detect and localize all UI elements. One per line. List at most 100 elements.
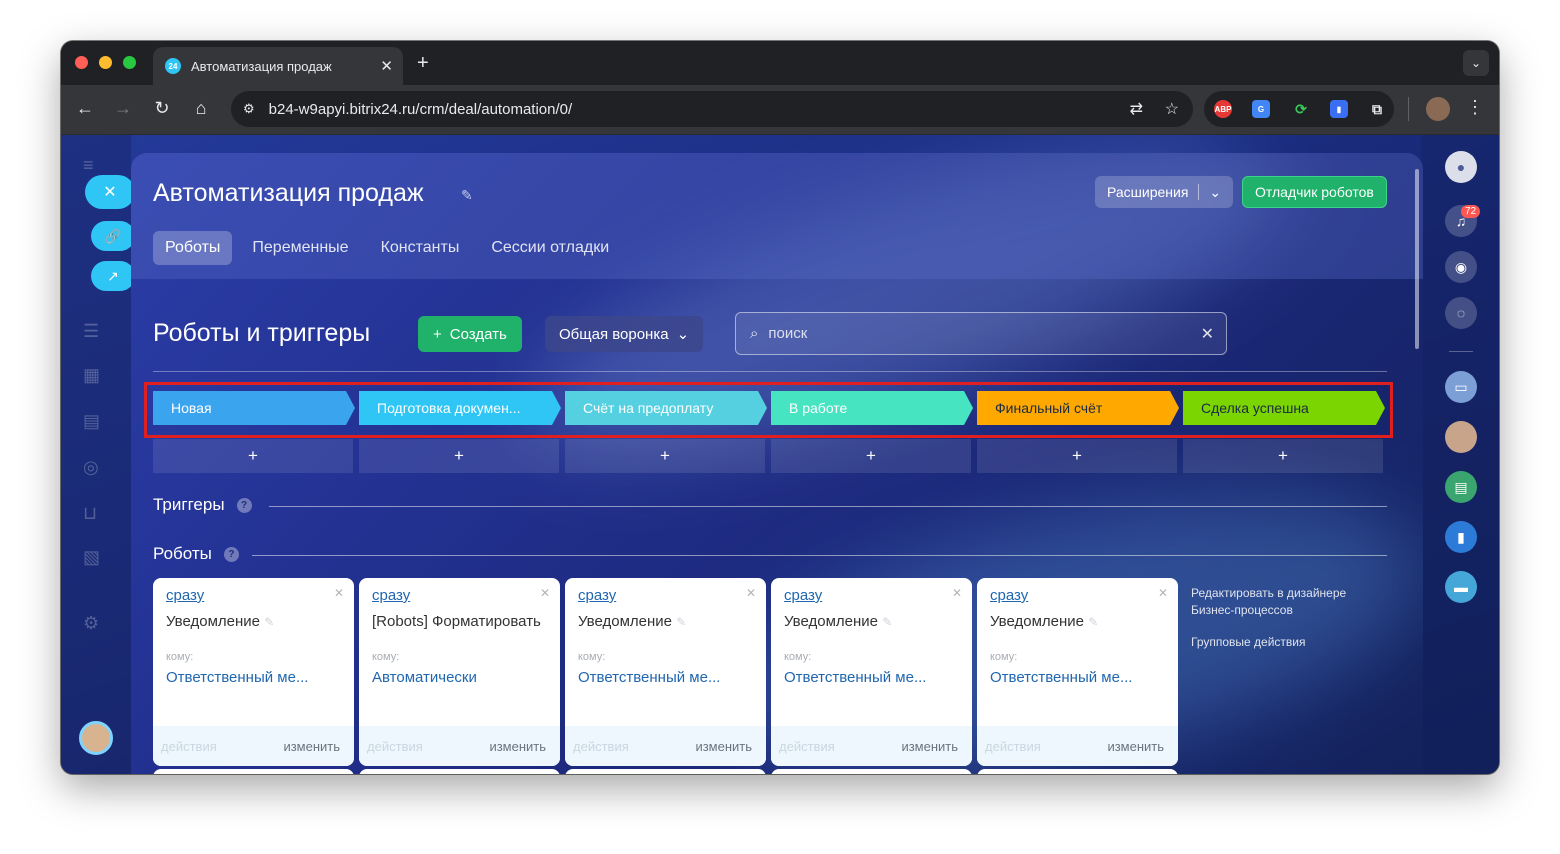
url-text[interactable]: b24-w9apyi.bitrix24.ru/crm/deal/automati… — [269, 101, 573, 118]
recipient-value[interactable]: Ответственный ме... — [990, 669, 1132, 686]
contact-center-icon[interactable]: ▭ — [1445, 371, 1477, 403]
stage-in-progress[interactable]: В работе — [771, 391, 973, 425]
delete-robot-icon[interactable]: ✕ — [334, 586, 344, 600]
browser-tab[interactable]: 24 Автоматизация продаж ✕ — [153, 47, 403, 85]
add-trigger-button[interactable]: + — [1183, 439, 1383, 473]
calendar-menu-icon[interactable]: ▦ — [83, 365, 100, 386]
delete-robot-icon[interactable]: ✕ — [1158, 586, 1168, 600]
store-menu-icon[interactable]: ▤ — [83, 411, 100, 432]
robot-card[interactable]: сразу ✕ Уведомление ✎ кому: Ответственны… — [153, 578, 354, 766]
funnel-menu-icon[interactable]: ☰ — [83, 321, 99, 342]
search-input[interactable] — [768, 325, 1169, 342]
stage-deal-won[interactable]: Сделка успешна — [1183, 391, 1385, 425]
chat-icon[interactable]: ▬ — [1445, 571, 1477, 603]
edit-pencil-icon[interactable]: ✎ — [882, 615, 892, 629]
robot-delay-link[interactable]: сразу — [166, 587, 204, 604]
close-slider-button[interactable]: ✕ — [85, 175, 135, 209]
edit-pencil-icon[interactable]: ✎ — [264, 615, 274, 629]
user-avatar[interactable] — [79, 721, 113, 755]
create-button[interactable]: + Создать — [418, 316, 522, 352]
bookmark-star-icon[interactable]: ☆ — [1165, 99, 1179, 119]
copy-link-icon[interactable]: 🔗 — [91, 221, 135, 251]
add-trigger-button[interactable]: + — [565, 439, 765, 473]
edit-robot-button[interactable]: изменить — [1107, 739, 1164, 754]
stage-docs-prep[interactable]: Подготовка докумен... — [359, 391, 561, 425]
chat-avatar[interactable] — [1445, 421, 1477, 453]
group-actions-link[interactable]: Групповые действия — [1191, 634, 1371, 651]
tab-robots[interactable]: Роботы — [153, 231, 233, 265]
copilot-icon[interactable]: ◉ — [1445, 251, 1477, 283]
cart-menu-icon[interactable]: ⊔ — [83, 503, 97, 524]
pin-icon[interactable]: ✎ — [461, 187, 473, 204]
delete-robot-icon[interactable]: ✕ — [952, 586, 962, 600]
robot-delay-link[interactable]: сразу — [372, 587, 410, 604]
home-icon[interactable]: ⌂ — [189, 98, 213, 119]
translate-extension-icon[interactable]: G — [1252, 100, 1270, 118]
contact-menu-icon[interactable]: ▧ — [83, 547, 100, 568]
marketing-menu-icon[interactable]: ◎ — [83, 457, 99, 478]
new-tab-button[interactable]: + — [417, 52, 429, 75]
robot-delay-link[interactable]: сразу — [578, 587, 616, 604]
settings-menu-icon[interactable]: ⚙ — [83, 613, 99, 634]
bookmark-icon[interactable]: ▮ — [1445, 521, 1477, 553]
recipient-value[interactable]: Автоматически — [372, 669, 477, 686]
add-trigger-button[interactable]: + — [153, 439, 353, 473]
robot-delay-link[interactable]: сразу — [784, 587, 822, 604]
stage-new[interactable]: Новая — [153, 391, 355, 425]
panel-scrollbar[interactable] — [1415, 169, 1419, 349]
refresh-extension-icon[interactable]: ⟳ — [1292, 100, 1310, 118]
maximize-window-button[interactable] — [123, 56, 136, 69]
add-trigger-button[interactable]: + — [977, 439, 1177, 473]
open-new-window-icon[interactable]: ↗ — [91, 261, 135, 291]
back-arrow-icon[interactable]: ← — [73, 98, 97, 119]
adblock-extension-icon[interactable]: ABP — [1214, 100, 1232, 118]
recipient-value[interactable]: Ответственный ме... — [166, 669, 308, 686]
funnel-select[interactable]: Общая воронка ⌄ — [545, 316, 704, 352]
edit-robot-button[interactable]: изменить — [901, 739, 958, 754]
edit-robot-button[interactable]: изменить — [489, 739, 546, 754]
reload-icon[interactable]: ↻ — [150, 98, 174, 119]
clear-search-icon[interactable]: ✕ — [1201, 324, 1214, 344]
close-window-button[interactable] — [75, 56, 88, 69]
delete-robot-icon[interactable]: ✕ — [540, 586, 550, 600]
user-account-icon[interactable]: ● — [1445, 151, 1477, 183]
edit-robot-button[interactable]: изменить — [695, 739, 752, 754]
tasks-icon[interactable]: ▤ — [1445, 471, 1477, 503]
help-icon[interactable]: ? — [223, 546, 239, 562]
edit-in-designer-link[interactable]: Редактировать в дизайнере Бизнес-процесс… — [1191, 585, 1371, 619]
robot-card[interactable]: сразу ✕ Уведомление ✎ кому: Ответственны… — [565, 578, 766, 766]
browser-menu-icon[interactable]: ⋮ — [1466, 97, 1484, 118]
delete-robot-icon[interactable]: ✕ — [746, 586, 756, 600]
site-info-icon[interactable]: ⚙ — [243, 101, 255, 117]
robot-debugger-button[interactable]: Отладчик роботов — [1242, 176, 1387, 208]
tab-search-button[interactable]: ⌄ — [1463, 50, 1489, 76]
robot-card[interactable]: сразу ✕ [Robots] Форматировать кому: Авт… — [359, 578, 560, 766]
robot-card[interactable]: сразу ✕ Уведомление ✎ кому: Ответственны… — [771, 578, 972, 766]
stage-final-invoice[interactable]: Финальный счёт — [977, 391, 1179, 425]
docs-extension-icon[interactable]: ▮ — [1330, 100, 1348, 118]
extensions-dropdown-button[interactable]: Расширения ⌄ — [1095, 176, 1234, 208]
edit-robot-button[interactable]: изменить — [283, 739, 340, 754]
robot-delay-link[interactable]: сразу — [990, 587, 1028, 604]
forward-arrow-icon[interactable]: → — [111, 98, 135, 119]
help-icon[interactable]: ? — [236, 497, 252, 513]
edit-pencil-icon[interactable]: ✎ — [1088, 615, 1098, 629]
add-trigger-button[interactable]: + — [359, 439, 559, 473]
profile-avatar[interactable] — [1426, 97, 1450, 121]
menu-icon[interactable]: ≡ — [83, 155, 94, 176]
edit-pencil-icon[interactable]: ✎ — [676, 615, 686, 629]
tab-variables[interactable]: Переменные — [240, 231, 360, 265]
address-bar[interactable]: ⚙ b24-w9apyi.bitrix24.ru/crm/deal/automa… — [231, 91, 1193, 127]
messenger-icon[interactable]: ◌ — [1445, 297, 1477, 329]
close-tab-icon[interactable]: ✕ — [380, 57, 393, 75]
tab-constants[interactable]: Константы — [369, 231, 472, 265]
stage-prepayment-invoice[interactable]: Счёт на предоплату — [565, 391, 767, 425]
translate-icon[interactable]: ⇄ — [1130, 99, 1143, 119]
recipient-value[interactable]: Ответственный ме... — [784, 669, 926, 686]
add-trigger-button[interactable]: + — [771, 439, 971, 473]
recipient-value[interactable]: Ответственный ме... — [578, 669, 720, 686]
tab-debug-sessions[interactable]: Сессии отладки — [479, 231, 621, 265]
robot-card[interactable]: сразу ✕ Уведомление ✎ кому: Ответственны… — [977, 578, 1178, 766]
extensions-puzzle-icon[interactable]: ⧉ — [1368, 100, 1386, 118]
minimize-window-button[interactable] — [99, 56, 112, 69]
